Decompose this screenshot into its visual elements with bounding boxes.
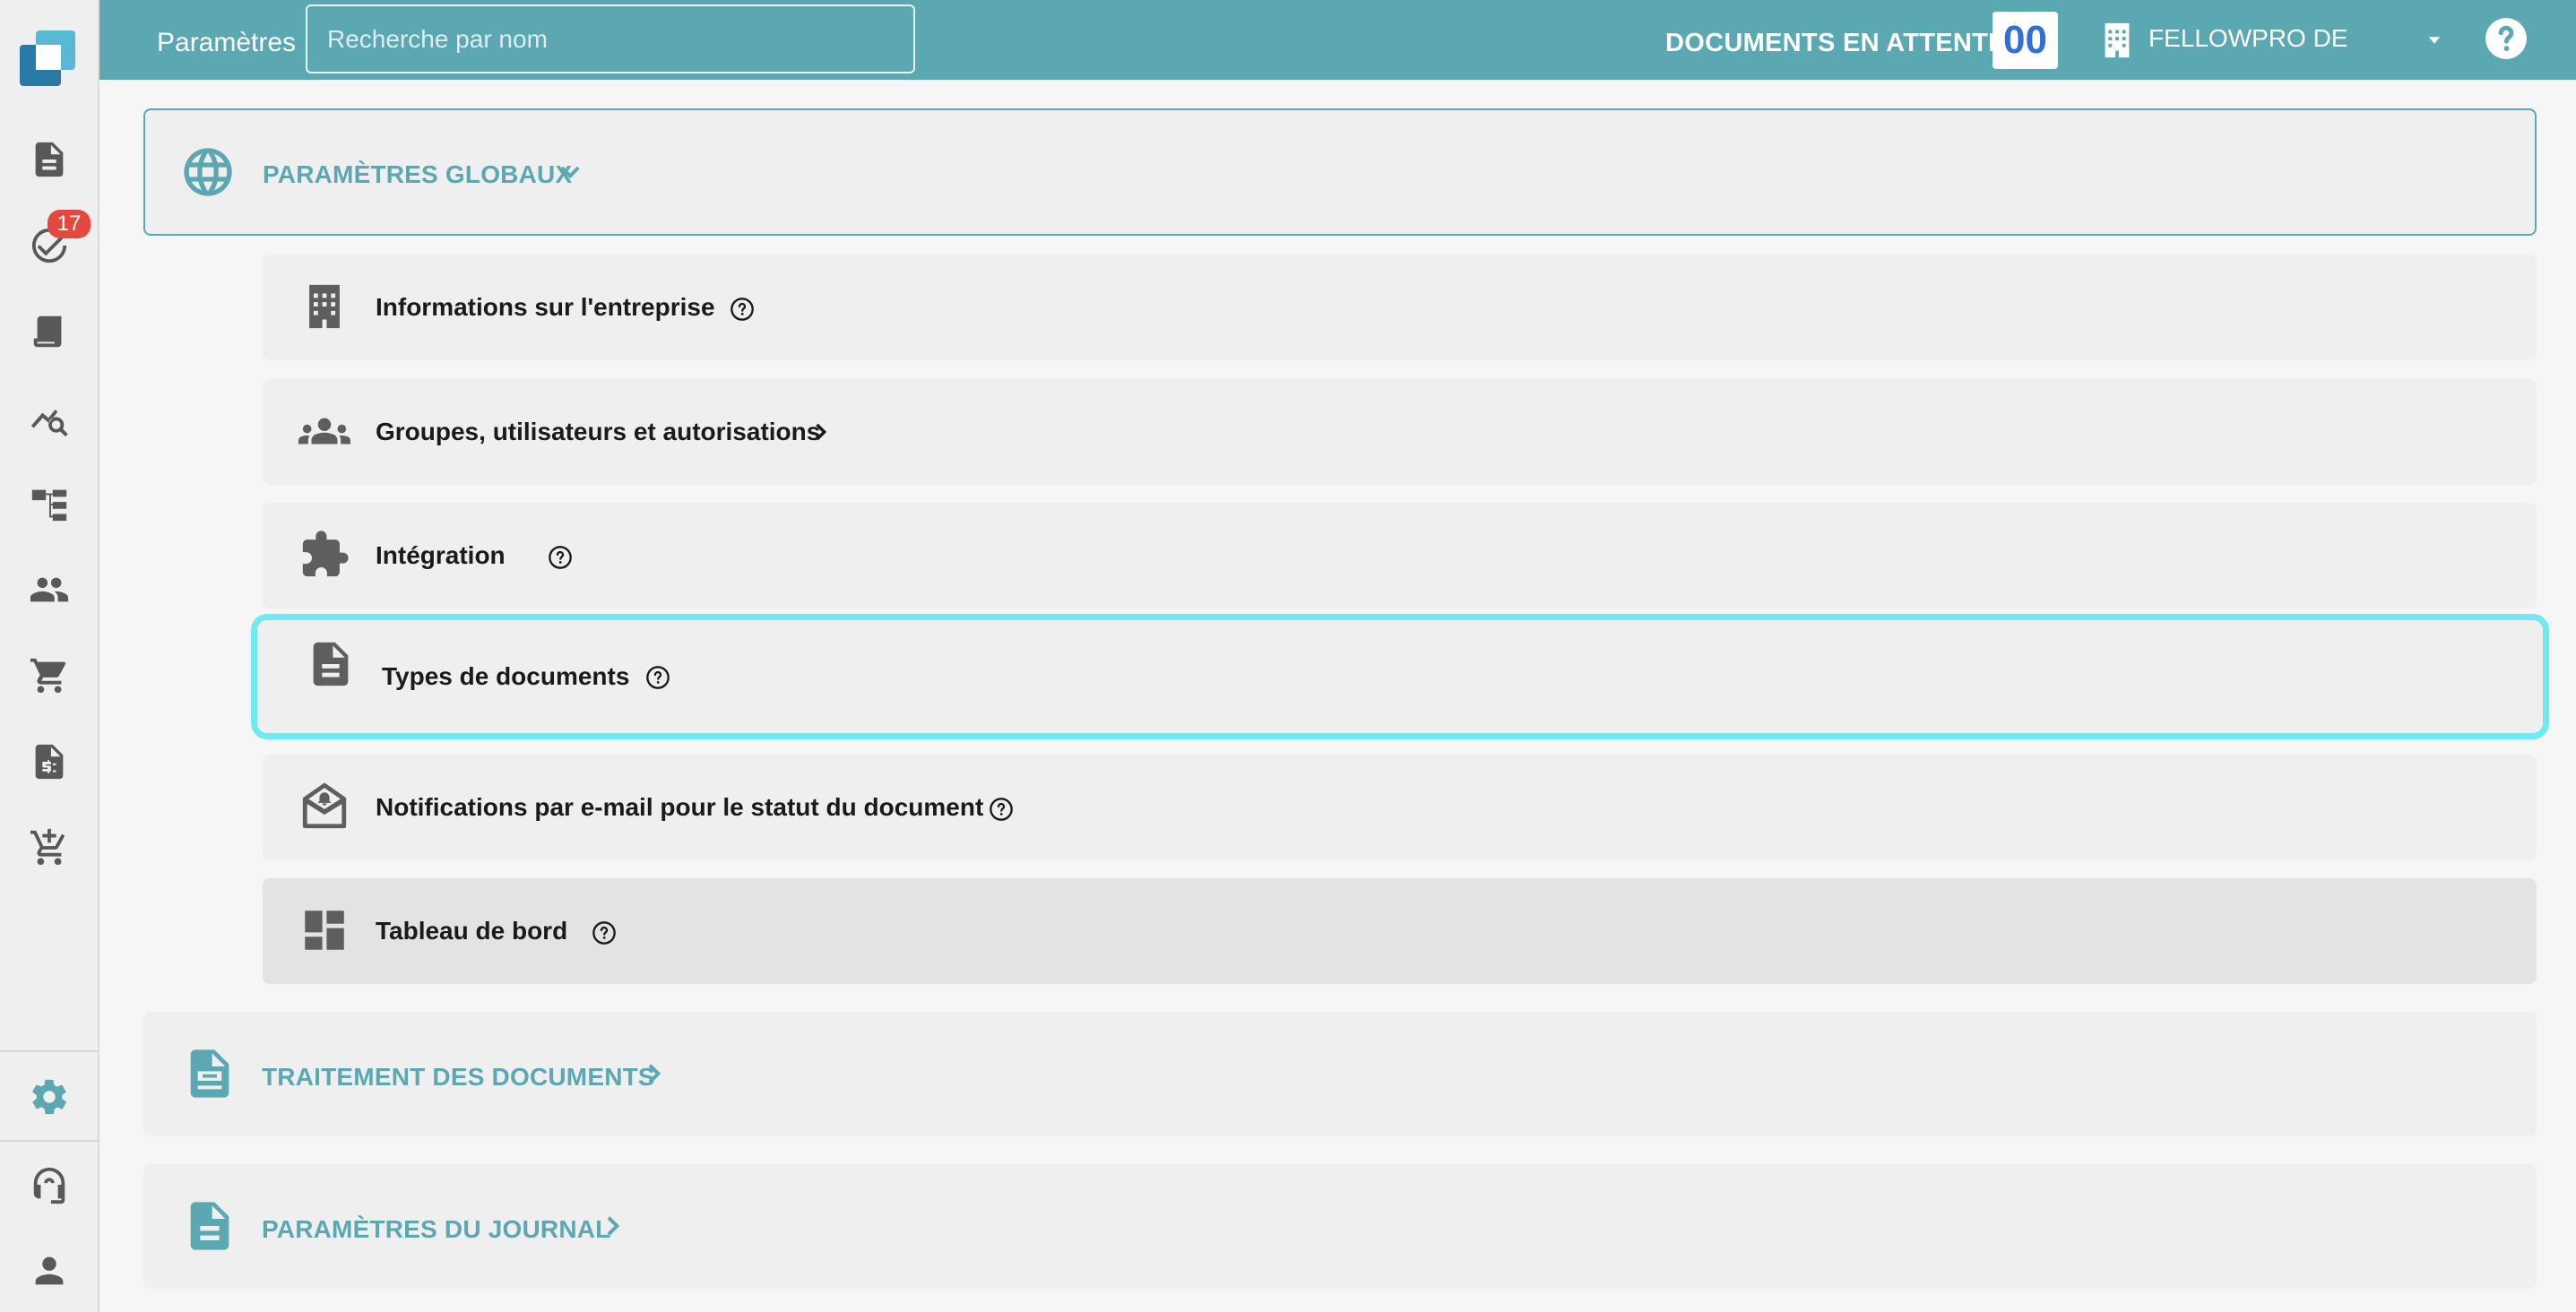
document-icon xyxy=(181,1197,238,1255)
page-title: Paramètres xyxy=(157,28,297,57)
support-icon[interactable] xyxy=(0,1149,98,1221)
rail-divider xyxy=(0,1140,98,1142)
help-icon[interactable] xyxy=(2484,16,2528,61)
search-input[interactable] xyxy=(306,4,915,73)
help-circle-icon[interactable] xyxy=(548,545,573,570)
section-global-label: PARAMÈTRES GLOBAUX xyxy=(263,160,573,188)
settings-item-email-notifications[interactable]: Notifications par e-mail pour le statut … xyxy=(263,755,2537,860)
caret-down-icon[interactable] xyxy=(2421,27,2448,54)
settings-item-groups-users[interactable]: Groupes, utilisateurs et autorisations xyxy=(263,379,2537,485)
puzzle-icon xyxy=(298,529,350,581)
dashboard-icon xyxy=(298,904,350,956)
company-selector[interactable]: FELLOWPRO DE xyxy=(2148,0,2347,77)
people-icon[interactable] xyxy=(0,554,98,626)
item-label: Groupes, utilisateurs et autorisations xyxy=(376,418,821,445)
help-circle-icon[interactable] xyxy=(592,920,617,945)
pending-documents-count[interactable]: 00 xyxy=(1993,12,2058,69)
user-icon[interactable] xyxy=(0,1235,98,1307)
cart-icon[interactable] xyxy=(0,640,98,712)
section-document-processing[interactable]: TRAITEMENT DES DOCUMENTS xyxy=(143,1012,2537,1136)
chevron-right-icon[interactable] xyxy=(639,1059,668,1088)
left-nav-rail: 17 xyxy=(0,0,99,1312)
item-label: Notifications par e-mail pour le statut … xyxy=(376,793,984,821)
documents-icon[interactable] xyxy=(0,124,98,195)
groups-icon xyxy=(298,405,350,457)
item-label: Informations sur l'entreprise xyxy=(376,293,715,321)
mail-alert-icon xyxy=(298,781,350,833)
document-processing-icon xyxy=(181,1045,238,1102)
help-circle-icon[interactable] xyxy=(730,297,755,322)
chevron-right-icon[interactable] xyxy=(808,419,833,445)
settings-item-document-types[interactable]: Types de documents xyxy=(251,614,2549,739)
item-label: Types de documents xyxy=(382,662,630,690)
help-circle-icon[interactable] xyxy=(989,797,1014,822)
top-bar: Paramètres DOCUMENTS EN ATTENTE: 00 FELL… xyxy=(99,0,2576,80)
section-global-settings[interactable]: PARAMÈTRES GLOBAUX xyxy=(143,108,2537,236)
analytics-search-icon[interactable] xyxy=(0,382,98,453)
document-icon xyxy=(305,638,357,690)
section-journal-label: PARAMÈTRES DU JOURNAL xyxy=(262,1215,611,1243)
settings-item-company-info[interactable]: Informations sur l'entreprise xyxy=(263,255,2537,360)
item-label: Tableau de bord xyxy=(376,917,568,945)
invoice-icon[interactable] xyxy=(0,726,98,798)
chevron-down-icon[interactable] xyxy=(556,157,584,186)
tasks-badge: 17 xyxy=(48,210,91,238)
globe-icon xyxy=(179,143,237,201)
building-icon xyxy=(298,281,350,332)
section-processing-label: TRAITEMENT DES DOCUMENTS xyxy=(262,1063,655,1091)
receipt-icon[interactable] xyxy=(0,296,98,367)
hierarchy-icon[interactable] xyxy=(0,468,98,539)
settings-item-dashboard[interactable]: Tableau de bord xyxy=(263,878,2537,984)
cart-add-icon[interactable] xyxy=(0,812,98,884)
settings-item-integration[interactable]: Intégration xyxy=(263,503,2537,609)
item-label: Intégration xyxy=(376,541,506,569)
help-circle-icon[interactable] xyxy=(645,665,670,690)
pending-documents-label: DOCUMENTS EN ATTENTE: xyxy=(1665,28,2015,57)
app-logo-icon[interactable] xyxy=(20,30,75,86)
section-journal-settings[interactable]: PARAMÈTRES DU JOURNAL xyxy=(143,1164,2537,1289)
chevron-right-icon[interactable] xyxy=(598,1212,627,1240)
building-icon xyxy=(2096,20,2138,61)
settings-icon[interactable] xyxy=(0,1061,98,1133)
rail-divider xyxy=(0,1050,98,1052)
